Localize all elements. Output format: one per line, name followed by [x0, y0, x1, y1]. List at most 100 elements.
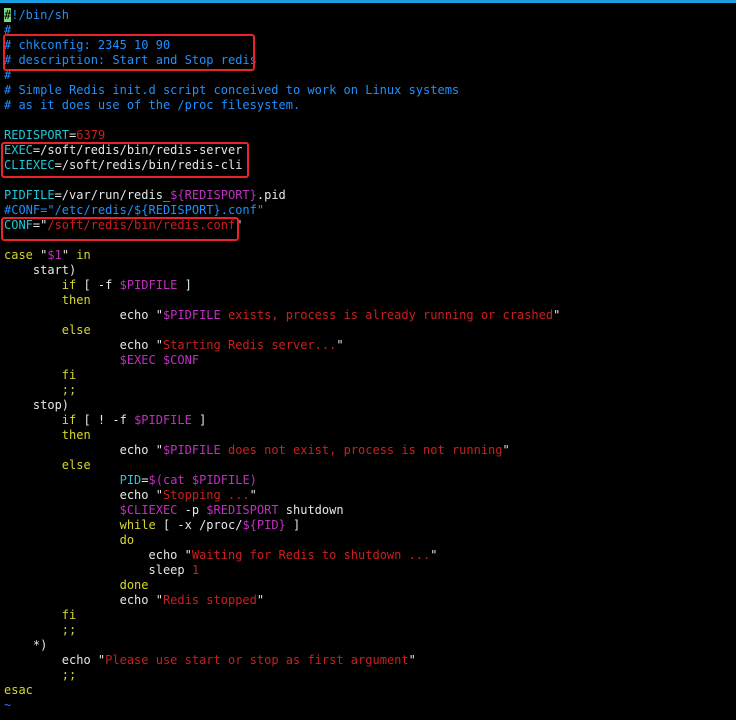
code-token: "	[249, 488, 257, 502]
code-line[interactable]: echo "Redis stopped"	[4, 593, 732, 608]
code-token: $PIDFILE	[162, 443, 221, 457]
code-line[interactable]: do	[4, 533, 732, 548]
code-line[interactable]: $CLIEXEC -p $REDISPORT shutdown	[4, 503, 732, 518]
code-line[interactable]: while [ -x /proc/${PID} ]	[4, 518, 732, 533]
code-token: $1	[47, 248, 62, 262]
code-line[interactable]: if [ -f $PIDFILE ]	[4, 278, 732, 293]
highlight-box-chkconfig	[3, 34, 255, 71]
code-line[interactable]: then	[4, 428, 732, 443]
code-token: if	[4, 278, 84, 292]
code-line[interactable]: PID=$(cat $PIDFILE)	[4, 473, 732, 488]
code-token: shutdown	[278, 503, 344, 517]
code-line[interactable]: case "$1" in	[4, 248, 732, 263]
code-token: "	[155, 443, 163, 457]
code-line[interactable]: ;;	[4, 623, 732, 638]
code-line[interactable]: then	[4, 293, 732, 308]
code-line[interactable]: start)	[4, 263, 732, 278]
code-line[interactable]: fi	[4, 608, 732, 623]
code-token: *)	[4, 638, 48, 652]
code-token: !/bin/sh	[11, 8, 70, 22]
code-line[interactable]	[4, 113, 732, 128]
code-token: "	[408, 653, 416, 667]
code-token: PID	[4, 473, 142, 487]
code-line[interactable]: REDISPORT=6379	[4, 128, 732, 143]
code-line[interactable]: # as it does use of the /proc filesystem…	[4, 98, 732, 113]
code-line[interactable]: echo "Please use start or stop as first …	[4, 653, 732, 668]
code-token: "	[336, 338, 344, 352]
code-token: 6379	[76, 128, 106, 142]
code-token: ;;	[4, 623, 77, 637]
code-token: "	[553, 308, 561, 322]
code-token: $PIDFILE	[191, 473, 250, 487]
code-line[interactable]: echo "Stopping ..."	[4, 488, 732, 503]
code-token: ]	[177, 278, 192, 292]
code-token: echo	[4, 548, 185, 562]
code-token: fi	[4, 368, 77, 382]
code-token: "	[155, 338, 163, 352]
code-line[interactable]: ;;	[4, 383, 732, 398]
code-token: ;;	[4, 383, 77, 397]
code-token: ${PID}	[242, 518, 286, 532]
code-token: "	[61, 248, 77, 262]
window-top-border	[0, 0, 736, 3]
code-line[interactable]: echo "$PIDFILE does not exist, process i…	[4, 443, 732, 458]
code-line[interactable]: echo "$PIDFILE exists, process is alread…	[4, 308, 732, 323]
code-token: while	[4, 518, 163, 532]
code-token: done	[4, 578, 149, 592]
code-line[interactable]: if [ ! -f $PIDFILE ]	[4, 413, 732, 428]
code-token: stop)	[4, 398, 70, 412]
code-line[interactable]: *)	[4, 638, 732, 653]
code-token: #CONF="/etc/redis/${REDISPORT}.conf"	[4, 203, 265, 217]
code-editor[interactable]: #!/bin/sh # # chkconfig: 2345 10 90 # descr…	[4, 8, 732, 713]
code-token: Waiting for Redis to shutdown ...	[191, 548, 431, 562]
code-token: then	[4, 293, 91, 307]
code-token: sleep	[4, 563, 192, 577]
code-token: $CLIEXEC	[119, 503, 178, 517]
code-line[interactable]: # Simple Redis init.d script conceived t…	[4, 83, 732, 98]
code-token: .pid	[256, 188, 286, 202]
code-token: ~	[4, 698, 12, 712]
code-token: "	[155, 308, 163, 322]
code-token: [ ! -f	[83, 413, 135, 427]
highlight-box-exec-paths	[1, 142, 249, 178]
code-line[interactable]: else	[4, 458, 732, 473]
code-token: )	[249, 473, 257, 487]
code-token: Redis stopped	[162, 593, 257, 607]
code-line[interactable]: ~	[4, 698, 732, 713]
code-token: "	[256, 593, 265, 607]
code-token: fi	[4, 608, 77, 622]
code-line[interactable]: stop)	[4, 398, 732, 413]
code-token: "	[155, 593, 163, 607]
code-token: in	[76, 248, 91, 262]
code-token: [ -f	[83, 278, 120, 292]
code-token: echo	[4, 488, 156, 502]
code-token: $EXEC	[119, 353, 156, 367]
code-line[interactable]: #CONF="/etc/redis/${REDISPORT}.conf"	[4, 203, 732, 218]
code-token: echo	[4, 308, 156, 322]
code-token: $PIDFILE	[119, 278, 178, 292]
code-line[interactable]: $EXEC $CONF	[4, 353, 732, 368]
code-token: $(cat	[148, 473, 192, 487]
code-token: if	[4, 413, 84, 427]
code-token: =	[141, 473, 149, 487]
code-line[interactable]: sleep 1	[4, 563, 732, 578]
code-token: 1	[191, 563, 200, 577]
code-line[interactable]: fi	[4, 368, 732, 383]
highlight-box-conf-path	[1, 217, 239, 241]
code-line[interactable]: esac	[4, 683, 732, 698]
code-token: echo	[4, 653, 98, 667]
code-line[interactable]: #!/bin/sh	[4, 8, 732, 23]
code-token: do	[4, 533, 135, 547]
code-line[interactable]: echo "Starting Redis server..."	[4, 338, 732, 353]
code-token: echo	[4, 593, 156, 607]
code-line[interactable]: ;;	[4, 668, 732, 683]
code-line[interactable]: else	[4, 323, 732, 338]
code-token: # as it does use of the /proc filesystem…	[4, 98, 301, 112]
code-line[interactable]: echo "Waiting for Redis to shutdown ..."	[4, 548, 732, 563]
code-line[interactable]: done	[4, 578, 732, 593]
code-token: -p	[177, 503, 207, 517]
code-line[interactable]: PIDFILE=/var/run/redis_${REDISPORT}.pid	[4, 188, 732, 203]
code-token: ]	[191, 413, 207, 427]
code-token: Starting Redis server...	[162, 338, 337, 352]
code-token: ${REDISPORT}	[170, 188, 257, 202]
